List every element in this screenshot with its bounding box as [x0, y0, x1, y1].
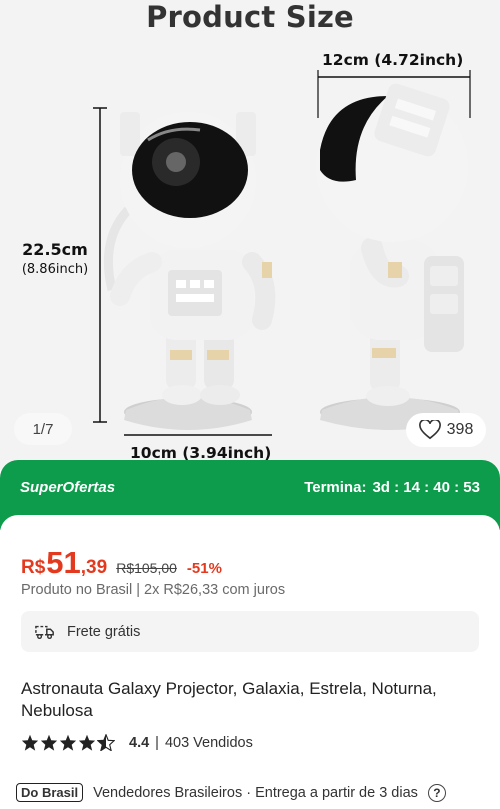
rating-row[interactable]: 4.4 | 403 Vendidos [21, 734, 253, 751]
image-counter: 1/7 [14, 413, 72, 445]
width-label: 12cm (4.72inch) [322, 51, 464, 69]
installments-info: Produto no Brasil | 2x R$26,33 com juros [21, 582, 286, 598]
rating-value: 4.4 [129, 734, 150, 751]
seller-row[interactable]: Do Brasil Vendedores Brasileiros · Entre… [16, 783, 446, 802]
product-image [93, 70, 471, 436]
half-star-icon [97, 734, 115, 751]
height-label-inch: (8.86inch) [21, 262, 89, 277]
like-count: 398 [446, 421, 474, 438]
star-rating [21, 734, 115, 751]
product-image-gallery[interactable]: Product Size 12cm (4.72inch) 22.5cm (8.8… [0, 0, 500, 470]
product-title: Astronauta Galaxy Projector, Galaxia, Es… [21, 679, 437, 720]
countdown-timer: Termina: 3d : 14 : 40 : 53 [304, 479, 480, 496]
help-icon[interactable]: ? [427, 783, 446, 802]
star-icon [59, 734, 77, 751]
price-integer: 51 [46, 545, 81, 580]
original-price: R$105,00 [116, 560, 177, 576]
price-currency: R$ [21, 557, 46, 578]
shipping-box[interactable]: Frete grátis [21, 611, 479, 652]
price-cents: ,39 [80, 557, 108, 578]
shipping-label: Frete grátis [67, 623, 141, 640]
super-offers-logo: SuperOfertas [20, 479, 116, 496]
product-info-card: R$ 51 ,39 R$105,00 -51% Produto no Brasi… [0, 515, 500, 809]
brazil-badge: Do Brasil [16, 783, 84, 802]
height-label: 22.5cm [22, 240, 88, 259]
countdown-value: 3d : 14 : 40 : 53 [372, 479, 480, 496]
seller-info: Vendedores Brasileiros · Entrega a parti… [93, 784, 418, 801]
discount-badge: -51% [186, 560, 222, 577]
divider: | [155, 734, 159, 751]
star-icon [78, 734, 96, 751]
truck-icon [35, 625, 54, 639]
image-title: Product Size [146, 0, 354, 34]
price-row: R$ 51 ,39 R$105,00 -51% [21, 545, 222, 581]
like-button[interactable]: 398 [406, 413, 486, 447]
countdown-label: Termina: [304, 479, 367, 496]
heart-icon [418, 420, 441, 440]
sold-count: 403 Vendidos [164, 734, 253, 751]
star-icon [40, 734, 58, 751]
star-icon [21, 734, 39, 751]
